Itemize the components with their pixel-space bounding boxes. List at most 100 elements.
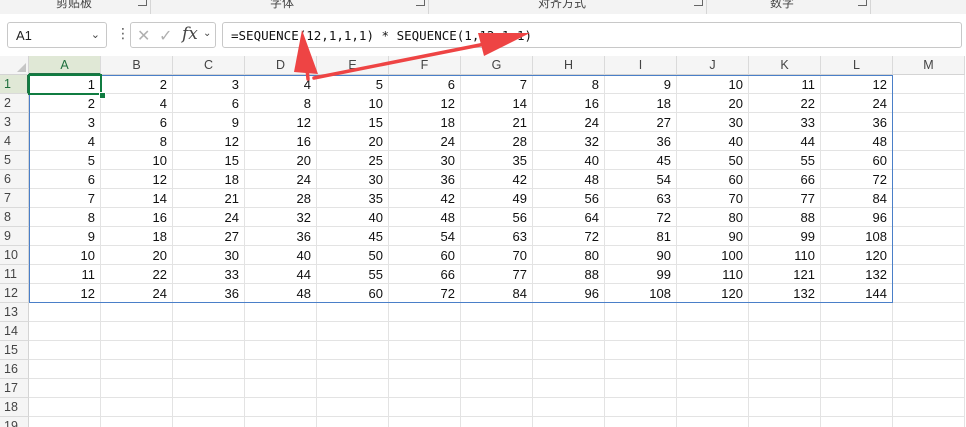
cell-b7[interactable]: 14	[101, 189, 173, 208]
cell-a8[interactable]: 8	[29, 208, 101, 227]
cell-e10[interactable]: 50	[317, 246, 389, 265]
cell-c3[interactable]: 9	[173, 113, 245, 132]
cell-b16[interactable]	[101, 360, 173, 379]
cell-d1[interactable]: 4	[245, 75, 317, 94]
row-header-8[interactable]: 8	[0, 208, 29, 227]
cell-c15[interactable]	[173, 341, 245, 360]
cell-d7[interactable]: 28	[245, 189, 317, 208]
cell-h12[interactable]: 96	[533, 284, 605, 303]
cell-b12[interactable]: 24	[101, 284, 173, 303]
cell-i11[interactable]: 99	[605, 265, 677, 284]
cell-e5[interactable]: 25	[317, 151, 389, 170]
cell-g15[interactable]	[461, 341, 533, 360]
cell-l7[interactable]: 84	[821, 189, 893, 208]
cell-g6[interactable]: 42	[461, 170, 533, 189]
cell-d11[interactable]: 44	[245, 265, 317, 284]
cell-h9[interactable]: 72	[533, 227, 605, 246]
cell-m5[interactable]	[893, 151, 965, 170]
cell-c13[interactable]	[173, 303, 245, 322]
cell-d18[interactable]	[245, 398, 317, 417]
cell-k10[interactable]: 110	[749, 246, 821, 265]
cell-c12[interactable]: 36	[173, 284, 245, 303]
cell-d8[interactable]: 32	[245, 208, 317, 227]
cell-j8[interactable]: 80	[677, 208, 749, 227]
cell-i2[interactable]: 18	[605, 94, 677, 113]
cell-c4[interactable]: 12	[173, 132, 245, 151]
cell-c7[interactable]: 21	[173, 189, 245, 208]
cell-f15[interactable]	[389, 341, 461, 360]
cell-l4[interactable]: 48	[821, 132, 893, 151]
column-header-f[interactable]: F	[389, 56, 461, 75]
cell-k4[interactable]: 44	[749, 132, 821, 151]
cell-i19[interactable]	[605, 417, 677, 427]
cell-k11[interactable]: 121	[749, 265, 821, 284]
cell-b13[interactable]	[101, 303, 173, 322]
cell-m7[interactable]	[893, 189, 965, 208]
cell-c9[interactable]: 27	[173, 227, 245, 246]
row-header-19[interactable]: 19	[0, 417, 29, 427]
cell-c1[interactable]: 3	[173, 75, 245, 94]
cell-h13[interactable]	[533, 303, 605, 322]
cell-d16[interactable]	[245, 360, 317, 379]
cell-d5[interactable]: 20	[245, 151, 317, 170]
cell-j1[interactable]: 10	[677, 75, 749, 94]
row-header-14[interactable]: 14	[0, 322, 29, 341]
cell-k12[interactable]: 132	[749, 284, 821, 303]
cell-k15[interactable]	[749, 341, 821, 360]
column-header-d[interactable]: D	[245, 56, 317, 75]
cell-f7[interactable]: 42	[389, 189, 461, 208]
cell-i10[interactable]: 90	[605, 246, 677, 265]
cell-i16[interactable]	[605, 360, 677, 379]
cell-g3[interactable]: 21	[461, 113, 533, 132]
formula-input[interactable]: =SEQUENCE(12,1,1,1) * SEQUENCE(1,12,1,1)	[222, 22, 962, 48]
cell-g7[interactable]: 49	[461, 189, 533, 208]
cell-m9[interactable]	[893, 227, 965, 246]
cell-g11[interactable]: 77	[461, 265, 533, 284]
cell-h6[interactable]: 48	[533, 170, 605, 189]
cell-a14[interactable]	[29, 322, 101, 341]
cell-d2[interactable]: 8	[245, 94, 317, 113]
column-header-l[interactable]: L	[821, 56, 893, 75]
cell-m16[interactable]	[893, 360, 965, 379]
cancel-icon[interactable]: ✕	[137, 26, 150, 46]
cell-j5[interactable]: 50	[677, 151, 749, 170]
cell-d6[interactable]: 24	[245, 170, 317, 189]
cell-j15[interactable]	[677, 341, 749, 360]
cell-a7[interactable]: 7	[29, 189, 101, 208]
cell-f12[interactable]: 72	[389, 284, 461, 303]
cell-l19[interactable]	[821, 417, 893, 427]
cell-i9[interactable]: 81	[605, 227, 677, 246]
cell-g14[interactable]	[461, 322, 533, 341]
cell-b9[interactable]: 18	[101, 227, 173, 246]
cell-c8[interactable]: 24	[173, 208, 245, 227]
cell-a5[interactable]: 5	[29, 151, 101, 170]
cell-j18[interactable]	[677, 398, 749, 417]
cell-k13[interactable]	[749, 303, 821, 322]
cell-e13[interactable]	[317, 303, 389, 322]
cell-b3[interactable]: 6	[101, 113, 173, 132]
cell-k7[interactable]: 77	[749, 189, 821, 208]
cell-g4[interactable]: 28	[461, 132, 533, 151]
cell-h18[interactable]	[533, 398, 605, 417]
cell-d14[interactable]	[245, 322, 317, 341]
cell-f10[interactable]: 60	[389, 246, 461, 265]
cell-b10[interactable]: 20	[101, 246, 173, 265]
chevron-down-icon[interactable]: ⌄	[91, 28, 100, 41]
cell-g8[interactable]: 56	[461, 208, 533, 227]
cell-h3[interactable]: 24	[533, 113, 605, 132]
cell-a4[interactable]: 4	[29, 132, 101, 151]
cell-b8[interactable]: 16	[101, 208, 173, 227]
cell-j2[interactable]: 20	[677, 94, 749, 113]
cell-k3[interactable]: 33	[749, 113, 821, 132]
cell-m15[interactable]	[893, 341, 965, 360]
cell-j17[interactable]	[677, 379, 749, 398]
cell-d13[interactable]	[245, 303, 317, 322]
row-header-6[interactable]: 6	[0, 170, 29, 189]
cell-m1[interactable]	[893, 75, 965, 94]
row-header-5[interactable]: 5	[0, 151, 29, 170]
cell-b11[interactable]: 22	[101, 265, 173, 284]
cell-f8[interactable]: 48	[389, 208, 461, 227]
cell-e15[interactable]	[317, 341, 389, 360]
name-box[interactable]: A1 ⌄	[7, 22, 107, 48]
enter-icon[interactable]: ✓	[159, 26, 172, 46]
